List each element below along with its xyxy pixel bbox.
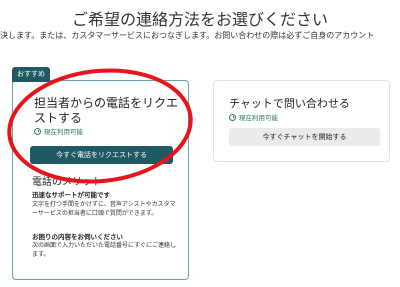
phone-status: 現在利用可能 — [34, 126, 83, 136]
phone-status-label: 現在利用可能 — [44, 128, 83, 136]
page-title: ご希望の連絡方法をお選びください — [71, 10, 328, 29]
merits-heading: 電話のメリット — [32, 177, 102, 188]
merit-1-text: 文字を打つ手間をかけずに、音声アシストやカスタマーサービスの担当者に口頭で質問が… — [32, 201, 176, 217]
chat-status-label: 現在利用可能 — [239, 114, 278, 122]
recommended-badge: おすすめ — [12, 67, 50, 82]
request-call-button[interactable]: 今すぐ電話をリクエストする — [30, 146, 173, 164]
merit-2-text: 次の画面で入力いただいた電話番号にすぐにご連絡します。 — [32, 242, 176, 258]
merit-2-heading: お困りの内容をお伺いください — [32, 233, 123, 241]
chat-title: チャットで問い合わせる — [229, 97, 350, 110]
clock-icon — [229, 113, 236, 121]
start-chat-button[interactable]: 今すぐチャットを開始する — [229, 128, 380, 146]
phone-request-title: 担当者からの電話をリクエストする — [34, 96, 179, 125]
intro-text: 決します。または、カスタマーサービスにおつなぎします。お問い合わせの際は必ずご自… — [0, 31, 375, 40]
merit-1-heading: 迅速なサポートが可能です — [32, 191, 110, 199]
clock-icon — [34, 127, 41, 135]
chat-status: 現在利用可能 — [229, 112, 278, 122]
